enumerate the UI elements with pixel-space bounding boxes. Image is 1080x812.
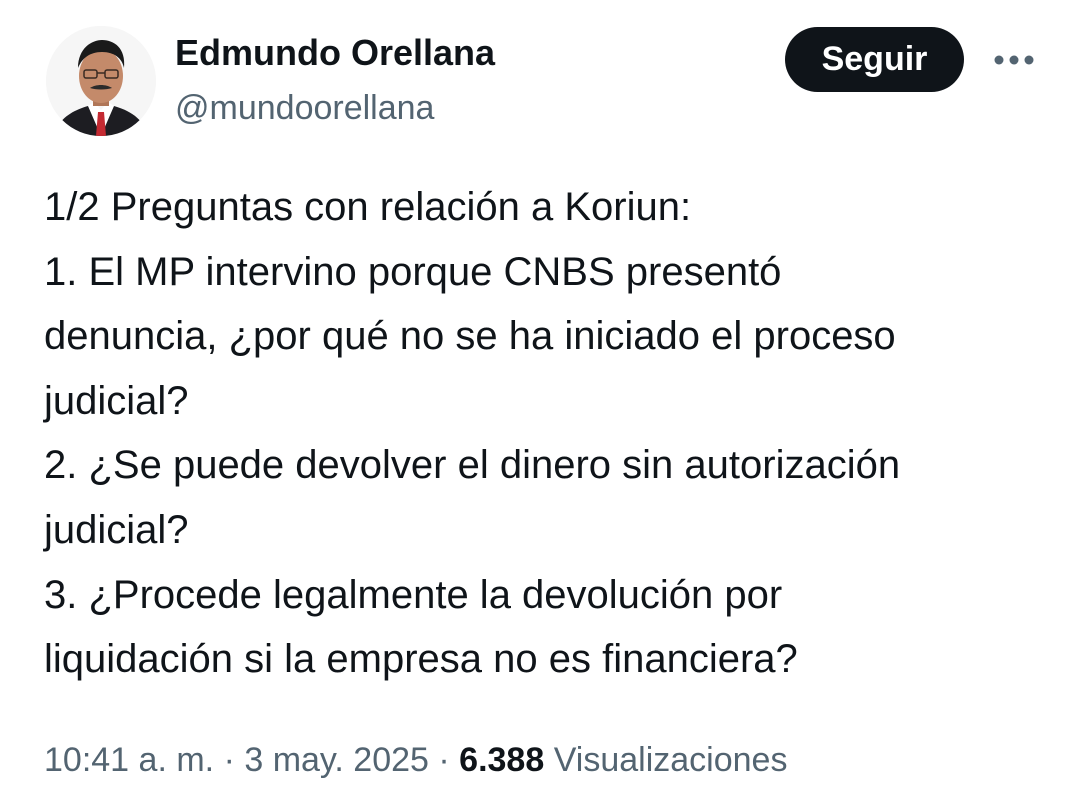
author-display-name[interactable]: Edmundo Orellana	[175, 33, 495, 73]
author-avatar[interactable]	[46, 26, 156, 136]
tweet-text-line: liquidación si la empresa no es financie…	[44, 637, 798, 682]
tweet-date[interactable]: 3 may. 2025	[244, 741, 429, 779]
more-options-button[interactable]	[986, 40, 1042, 80]
tweet-text-line: judicial?	[44, 378, 189, 423]
follow-button-label: Seguir	[821, 40, 928, 78]
tweet-text-line: 3. ¿Procede legalmente la devolución por	[44, 572, 783, 617]
follow-button[interactable]: Seguir	[785, 27, 964, 92]
tweet-text-line: denuncia, ¿por qué no se ha iniciado el …	[44, 314, 896, 359]
meta-separator: ·	[223, 741, 235, 779]
tweet-text: 1/2 Preguntas con relación a Koriun: 1. …	[44, 175, 1044, 692]
tweet-text-line: 1/2 Preguntas con relación a Koriun:	[44, 185, 692, 229]
views-label[interactable]: Visualizaciones	[554, 741, 788, 779]
tweet-card: Edmundo Orellana @mundoorellana Seguir 1…	[0, 0, 1080, 812]
tweet-time[interactable]: 10:41 a. m.	[44, 741, 214, 779]
more-horizontal-icon	[994, 55, 1034, 65]
profile-photo-icon	[46, 26, 156, 136]
tweet-meta: 10:41 a. m. · 3 may. 2025 · 6.388 Visual…	[44, 738, 787, 782]
meta-separator: ·	[438, 741, 450, 779]
views-count[interactable]: 6.388	[459, 741, 544, 779]
author-handle[interactable]: @mundoorellana	[175, 88, 434, 128]
tweet-text-line: judicial?	[44, 507, 189, 552]
tweet-text-line: 1. El MP intervino porque CNBS presentó	[44, 249, 782, 294]
tweet-text-line: 2. ¿Se puede devolver el dinero sin auto…	[44, 443, 901, 488]
